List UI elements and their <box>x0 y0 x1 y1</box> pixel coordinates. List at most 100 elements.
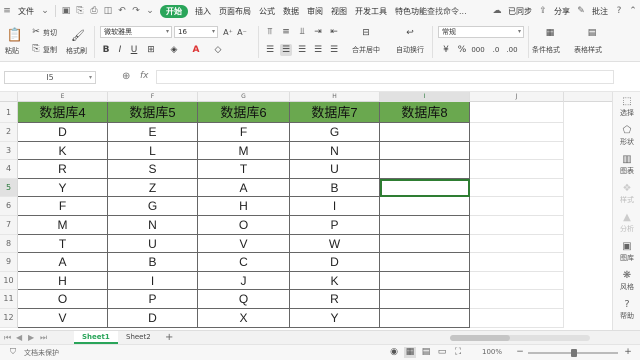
number-format-select[interactable]: 常规 ▾ <box>438 26 524 38</box>
empty-cell[interactable] <box>470 178 564 198</box>
data-cell[interactable]: A <box>198 178 290 198</box>
zoom-level[interactable]: 100% <box>482 348 502 356</box>
fx-icon[interactable]: fx <box>140 71 149 81</box>
data-cell[interactable]: T <box>198 160 290 179</box>
align-bottom-icon[interactable]: ⫫ <box>296 26 308 38</box>
more-icon[interactable]: ⌄ <box>143 4 157 18</box>
last-sheet-icon[interactable]: ⏭ <box>40 331 47 345</box>
data-cell[interactable]: A <box>18 253 108 272</box>
data-cell[interactable]: N <box>108 216 198 235</box>
help-icon[interactable]: ? <box>612 4 626 18</box>
font-color-icon[interactable]: A <box>190 44 202 56</box>
data-cell[interactable]: G <box>290 123 380 142</box>
grow-font-icon[interactable]: A⁺ <box>222 26 234 38</box>
shrink-font-icon[interactable]: A⁻ <box>236 26 248 38</box>
data-cell[interactable]: U <box>108 234 198 254</box>
collapse-ribbon-icon[interactable]: ⌃ <box>626 4 640 18</box>
percent-icon[interactable]: % <box>456 44 468 56</box>
empty-cell[interactable] <box>470 271 564 291</box>
empty-cell[interactable] <box>470 309 564 328</box>
header-cell[interactable]: 数据库8 <box>380 102 470 123</box>
data-cell[interactable]: N <box>290 141 380 161</box>
data-cell[interactable]: R <box>290 290 380 309</box>
select-all-corner[interactable] <box>0 92 18 102</box>
row-header-5[interactable]: 5 <box>0 178 18 198</box>
page-break-view-icon[interactable]: ▤ <box>420 347 432 358</box>
share-button[interactable]: 分享 <box>550 6 574 17</box>
data-cell[interactable]: X <box>198 309 290 328</box>
data-cell[interactable]: F <box>198 123 290 142</box>
add-sheet-button[interactable]: + <box>165 331 173 344</box>
data-cell[interactable]: M <box>18 216 108 235</box>
data-cell[interactable]: V <box>18 309 108 328</box>
undo-icon[interactable]: ↶ <box>115 4 129 18</box>
clear-format-icon[interactable]: ◇ <box>212 44 224 56</box>
prev-sheet-icon[interactable]: ◀ <box>16 331 22 345</box>
rail-item-2[interactable]: ▥ 图表 <box>613 154 640 176</box>
cloud-sync-status[interactable]: 已同步 <box>504 6 536 17</box>
align-middle-icon[interactable]: ≡ <box>280 26 292 38</box>
empty-cell[interactable] <box>470 123 564 142</box>
data-cell[interactable]: U <box>290 160 380 179</box>
data-cell[interactable]: C <box>198 253 290 272</box>
column-header-h[interactable]: H <box>290 92 380 102</box>
column-header-i[interactable]: I <box>380 92 470 102</box>
border-icon[interactable]: ⊞ <box>145 44 157 56</box>
selected-cell[interactable] <box>380 178 470 198</box>
bold-button[interactable]: B <box>100 44 112 56</box>
tab-developer[interactable]: 开发工具 <box>351 6 391 17</box>
data-cell[interactable]: S <box>108 160 198 179</box>
outdent-icon[interactable]: ⇤ <box>328 26 340 38</box>
horizontal-scrollbar[interactable] <box>450 335 590 341</box>
increase-decimal-icon[interactable]: .0 <box>490 44 502 56</box>
copy-button[interactable]: 复制 <box>43 45 57 55</box>
data-cell[interactable]: D <box>108 309 198 328</box>
data-cell[interactable]: Y <box>290 309 380 328</box>
row-header-11[interactable]: 11 <box>0 290 18 309</box>
tab-view[interactable]: 视图 <box>327 6 351 17</box>
font-size-select[interactable]: 16 ▾ <box>174 26 218 38</box>
data-cell[interactable]: H <box>198 197 290 216</box>
sheet-tab-sheet2[interactable]: Sheet2 <box>118 331 159 344</box>
preview-icon[interactable]: ◫ <box>101 4 115 18</box>
tab-home[interactable]: 开始 <box>160 4 188 18</box>
merge-center-icon[interactable]: ⊟ <box>358 26 374 40</box>
header-cell[interactable]: 数据库7 <box>290 102 380 123</box>
data-cell[interactable]: D <box>18 123 108 142</box>
rail-item-6[interactable]: ❋ 风格 <box>613 270 640 292</box>
copy-icon[interactable]: ⎘ <box>30 43 42 55</box>
rail-item-7[interactable]: ? 帮助 <box>613 299 640 321</box>
tab-page-layout[interactable]: 页面布局 <box>215 6 255 17</box>
justify-icon[interactable]: ☰ <box>312 44 324 56</box>
comment-button[interactable]: 批注 <box>588 6 612 17</box>
row-header-9[interactable]: 9 <box>0 253 18 272</box>
zoom-out-icon[interactable]: − <box>514 347 526 358</box>
data-cell[interactable] <box>380 309 470 328</box>
data-cell[interactable]: O <box>18 290 108 309</box>
redo-icon[interactable]: ↷ <box>129 4 143 18</box>
data-cell[interactable]: R <box>18 160 108 179</box>
tab-data[interactable]: 数据 <box>279 6 303 17</box>
tab-insert[interactable]: 插入 <box>191 6 215 17</box>
data-cell[interactable]: M <box>198 141 290 161</box>
data-cell[interactable]: E <box>108 123 198 142</box>
data-cell[interactable]: G <box>108 197 198 216</box>
format-painter-icon[interactable]: 🖌 <box>70 27 86 43</box>
rail-item-0[interactable]: ⬚ 选择 <box>613 96 640 118</box>
data-cell[interactable] <box>380 234 470 254</box>
header-cell[interactable]: 数据库6 <box>198 102 290 123</box>
data-cell[interactable] <box>380 123 470 142</box>
zoom-slider[interactable] <box>528 349 618 357</box>
data-cell[interactable]: K <box>18 141 108 161</box>
paste-button[interactable]: 粘贴 <box>5 46 19 56</box>
zoom-slider-knob[interactable] <box>571 349 577 357</box>
empty-cell[interactable] <box>470 102 564 123</box>
data-cell[interactable]: D <box>290 253 380 272</box>
data-cell[interactable]: Z <box>108 178 198 198</box>
tab-formulas[interactable]: 公式 <box>255 6 279 17</box>
empty-cell[interactable] <box>470 141 564 161</box>
dropdown-chevron-icon[interactable]: ⌄ <box>38 4 52 18</box>
data-cell[interactable]: Y <box>18 178 108 198</box>
row-header-3[interactable]: 3 <box>0 141 18 161</box>
data-cell[interactable] <box>380 271 470 291</box>
